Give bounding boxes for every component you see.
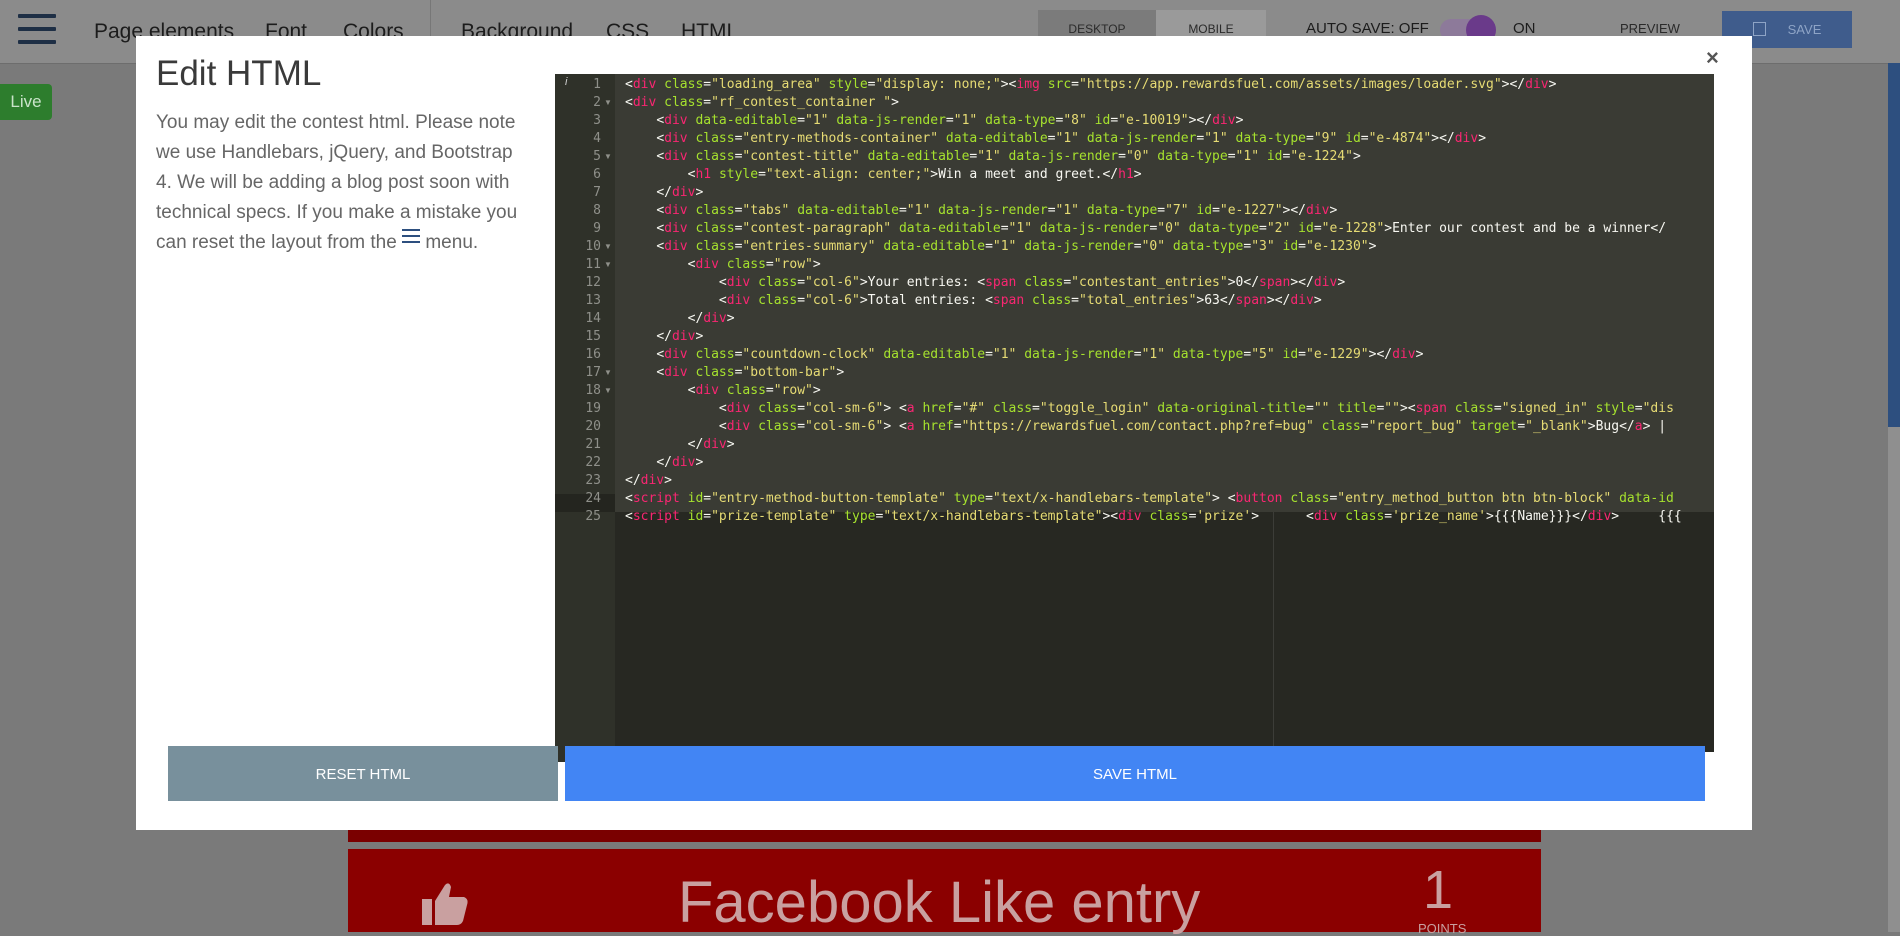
line-number: 13 xyxy=(585,293,601,308)
code-line[interactable]: <div class="entry-methods-container" dat… xyxy=(625,130,1486,148)
line-number: 4 xyxy=(593,131,601,146)
close-icon[interactable]: × xyxy=(1706,45,1719,71)
fold-arrow-icon[interactable]: ▼ xyxy=(604,152,612,161)
facebook-like-entry[interactable]: Facebook Like entry 1 POINTS xyxy=(348,849,1541,936)
hamburger-menu-icon[interactable] xyxy=(18,14,56,48)
code-line[interactable]: <div class="row"> xyxy=(625,382,821,400)
line-number: 8 xyxy=(593,203,601,218)
points-label: POINTS xyxy=(1418,921,1467,936)
line-number: 19 xyxy=(585,401,601,416)
live-badge[interactable]: Live xyxy=(0,84,52,120)
line-number: 12 xyxy=(585,275,601,290)
code-line[interactable]: </div> xyxy=(625,436,735,454)
code-line[interactable]: <div class="contest-title" data-editable… xyxy=(625,148,1360,166)
floppy-disk-icon xyxy=(1752,22,1766,36)
line-number: 2 xyxy=(593,95,601,110)
fold-arrow-icon[interactable]: ▼ xyxy=(604,260,612,269)
code-line[interactable]: <div class="col-sm-6"> <a href="#" class… xyxy=(625,400,1674,418)
line-number: 1 xyxy=(593,77,601,92)
code-line[interactable]: <div class="entries-summary" data-editab… xyxy=(625,238,1376,256)
line-number: 21 xyxy=(585,437,601,452)
code-line[interactable]: <div data-editable="1" data-js-render="1… xyxy=(625,112,1243,130)
code-line[interactable]: </div> xyxy=(625,454,703,472)
fold-arrow-icon[interactable]: ▼ xyxy=(604,368,612,377)
fold-arrow-icon[interactable]: ▼ xyxy=(604,242,612,251)
top-save-label: SAVE xyxy=(1787,22,1822,37)
line-number: 9 xyxy=(593,221,601,236)
line-number: 17 xyxy=(585,365,601,380)
code-line[interactable]: <div class="tabs" data-editable="1" data… xyxy=(625,202,1337,220)
thumbs-up-icon xyxy=(422,883,468,925)
menu-icon xyxy=(402,229,421,247)
code-line[interactable]: <h1 style="text-align: center;">Win a me… xyxy=(625,166,1142,184)
code-editor[interactable]: i 1 2 ▼ 3 4 5 ▼ 6 7 8 9 10 ▼ 11 ▼ 12 13 14 15 16 17 ▼ 18 ▼ 19 20 2… xyxy=(555,74,1714,762)
code-line[interactable]: </div> xyxy=(625,328,703,346)
code-line[interactable]: <div class="contest-paragraph" data-edit… xyxy=(625,220,1666,238)
modal-title: Edit HTML xyxy=(156,54,322,93)
line-number: 6 xyxy=(593,167,601,182)
fold-arrow-icon[interactable]: ▼ xyxy=(604,98,612,107)
description-end: menu. xyxy=(425,232,479,253)
line-number: 11 xyxy=(585,257,601,272)
code-line[interactable]: <div class="col-6">Your entries: <span c… xyxy=(625,274,1345,292)
code-line[interactable]: </div> xyxy=(625,472,672,490)
line-number: 23 xyxy=(585,473,601,488)
line-number: 7 xyxy=(593,185,601,200)
autosave-label: AUTO SAVE: OFF xyxy=(1306,20,1429,37)
editor-gutter: i 1 2 ▼ 3 4 5 ▼ 6 7 8 9 10 ▼ 11 ▼ 12 13 14 15 16 17 ▼ 18 ▼ 19 20 2… xyxy=(555,74,615,762)
code-line[interactable]: <div class="bottom-bar"> xyxy=(625,364,844,382)
line-number: 5 xyxy=(593,149,601,164)
preview-button[interactable]: PREVIEW xyxy=(1620,21,1680,36)
fold-arrow-icon[interactable]: ▼ xyxy=(604,386,612,395)
code-area[interactable]: <div class="loading_area" style="display… xyxy=(615,74,1714,762)
code-line[interactable]: <div class="countdown-clock" data-editab… xyxy=(625,346,1423,364)
line-number: 24 xyxy=(585,491,601,506)
line-number: 18 xyxy=(585,383,601,398)
line-number: 14 xyxy=(585,311,601,326)
print-margin xyxy=(1273,512,1274,762)
reset-html-button[interactable]: RESET HTML xyxy=(168,746,558,801)
code-line[interactable]: <script id="entry-method-button-template… xyxy=(625,490,1674,508)
line-number: 22 xyxy=(585,455,601,470)
page-scrollbar-thumb[interactable] xyxy=(1888,63,1900,427)
code-line[interactable]: </div> xyxy=(625,310,735,328)
code-line[interactable]: <script id="prize-template" type="text/x… xyxy=(625,508,1682,526)
points-value: 1 xyxy=(1423,860,1454,920)
line-number: 16 xyxy=(585,347,601,362)
modal-description: You may edit the contest html. Please no… xyxy=(156,108,528,258)
line-number: 15 xyxy=(585,329,601,344)
line-number: 10 xyxy=(585,239,601,254)
line-number: 20 xyxy=(585,419,601,434)
edit-html-modal: × Edit HTML You may edit the contest htm… xyxy=(136,36,1752,830)
toggle-on-label: ON xyxy=(1513,20,1536,37)
line-number: 25 xyxy=(585,509,601,524)
code-line[interactable]: <div class="rf_contest_container "> xyxy=(625,94,899,112)
code-line[interactable]: </div> xyxy=(625,184,703,202)
code-line[interactable]: <div class="col-sm-6"> <a href="https://… xyxy=(625,418,1666,436)
page-scrollbar-track[interactable] xyxy=(1888,427,1900,932)
code-line[interactable]: <div class="loading_area" style="display… xyxy=(625,76,1556,94)
entry-title: Facebook Like entry xyxy=(678,870,1201,935)
save-html-button[interactable]: SAVE HTML xyxy=(565,746,1705,801)
code-line[interactable]: <div class="row"> xyxy=(625,256,821,274)
line-number: 3 xyxy=(593,113,601,128)
code-line[interactable]: <div class="col-6">Total entries: <span … xyxy=(625,292,1322,310)
